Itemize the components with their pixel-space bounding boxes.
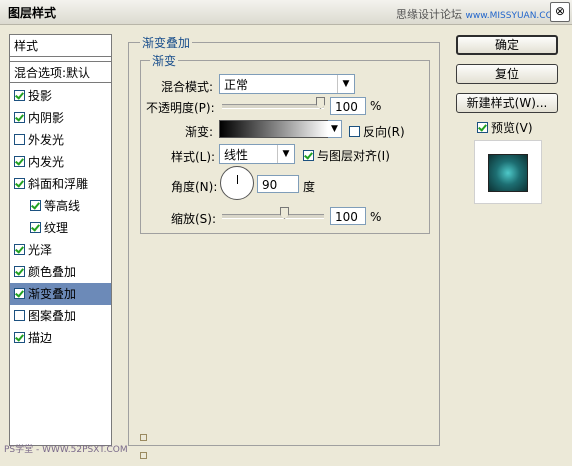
style-checkbox[interactable]: [30, 222, 41, 233]
scale-input[interactable]: 100: [330, 207, 366, 225]
style-list-item-label: 图案叠加: [28, 309, 77, 323]
style-checkbox[interactable]: [14, 178, 25, 189]
gradient-subgroup-title: 渐变: [150, 52, 179, 69]
reverse-checkbox[interactable]: 反向(R): [349, 123, 405, 140]
style-list-item[interactable]: 等高线: [10, 195, 111, 217]
style-checkbox[interactable]: [14, 134, 25, 145]
style-list-item[interactable]: 内发光: [10, 151, 111, 173]
style-list-item-label: 内发光: [28, 155, 65, 169]
reverse-label: 反向(R): [363, 125, 405, 139]
style-checkbox[interactable]: [14, 310, 25, 321]
style-checkbox[interactable]: [14, 266, 25, 277]
opacity-label: 不透明度(P):: [146, 101, 215, 115]
blend-mode-select[interactable]: 正常 ▼: [219, 74, 355, 94]
angle-dial[interactable]: [220, 166, 254, 200]
watermark-text: 思缘设计论坛: [396, 8, 462, 21]
opacity-unit: %: [370, 99, 382, 113]
angle-label: 角度(N):: [171, 180, 218, 194]
style-list-item[interactable]: 投影: [10, 85, 111, 107]
gradient-label: 渐变:: [185, 125, 214, 139]
style-list-item[interactable]: 颜色叠加: [10, 261, 111, 283]
style-list-item-label: 内阴影: [28, 111, 65, 125]
style-list-item[interactable]: 斜面和浮雕: [10, 173, 111, 195]
blend-mode-label: 混合模式:: [161, 80, 214, 94]
chevron-down-icon: ▼: [337, 75, 354, 93]
style-checkbox[interactable]: [14, 90, 25, 101]
angle-unit: 度: [303, 180, 316, 194]
style-label: 样式(L):: [171, 150, 216, 164]
angle-input[interactable]: 90: [257, 175, 299, 193]
watermark: 思缘设计论坛 www.MISSYUAN.COM: [396, 6, 560, 22]
preview-swatch: [488, 154, 528, 192]
reverse-checkbox-box[interactable]: [349, 126, 360, 137]
preview-thumbnail: [474, 140, 542, 204]
scale-slider-track[interactable]: [222, 214, 324, 219]
style-list-item-label: 投影: [28, 89, 53, 103]
scale-unit: %: [370, 210, 382, 224]
style-list-item-label: 纹理: [44, 221, 69, 235]
corner-mark: [140, 434, 147, 441]
preview-checkbox[interactable]: 预览(V): [477, 119, 533, 136]
style-list-header[interactable]: 样式: [10, 35, 111, 57]
gradient-overlay-title: 渐变叠加: [140, 34, 193, 51]
style-list-item[interactable]: 渐变叠加: [10, 283, 111, 305]
style-checkbox[interactable]: [14, 244, 25, 255]
window-title: 图层样式: [8, 6, 57, 20]
style-checkbox[interactable]: [14, 112, 25, 123]
gradient-dropdown[interactable]: ▼: [328, 120, 342, 138]
style-list-item[interactable]: 描边: [10, 327, 111, 349]
align-label: 与图层对齐(I): [317, 149, 390, 163]
preview-checkbox-box[interactable]: [477, 122, 488, 133]
new-style-button[interactable]: 新建样式(W)...: [456, 93, 558, 113]
opacity-input[interactable]: 100: [330, 97, 366, 115]
style-list-item-label: 外发光: [28, 133, 65, 147]
style-list-item-label: 斜面和浮雕: [28, 177, 89, 191]
style-list: 样式 混合选项:默认 投影内阴影外发光内发光斜面和浮雕等高线纹理光泽颜色叠加渐变…: [9, 34, 112, 446]
style-checkbox[interactable]: [14, 332, 25, 343]
style-list-item[interactable]: 纹理: [10, 217, 111, 239]
footer-watermark: PS学堂 - WWW.52PSXT.COM: [4, 445, 128, 455]
style-checkbox[interactable]: [30, 200, 41, 211]
blend-options-item[interactable]: 混合选项:默认: [10, 61, 111, 83]
style-checkbox[interactable]: [14, 288, 25, 299]
scale-label: 缩放(S):: [171, 212, 217, 226]
chevron-down-icon: ▼: [328, 121, 341, 137]
reset-button[interactable]: 复位: [456, 64, 558, 84]
style-checkbox[interactable]: [14, 156, 25, 167]
style-list-item[interactable]: 内阴影: [10, 107, 111, 129]
align-checkbox-box[interactable]: [303, 150, 314, 161]
align-checkbox[interactable]: 与图层对齐(I): [303, 147, 390, 164]
style-list-item-label: 颜色叠加: [28, 265, 77, 279]
opacity-slider-track[interactable]: [222, 104, 324, 109]
preview-label: 预览(V): [491, 121, 533, 135]
style-list-item-label: 渐变叠加: [28, 287, 77, 301]
style-list-item[interactable]: 外发光: [10, 129, 111, 151]
gradient-style-value: 线性: [224, 148, 249, 162]
style-list-item-label: 描边: [28, 331, 53, 345]
gradient-picker[interactable]: [219, 120, 329, 138]
style-list-item[interactable]: 图案叠加: [10, 305, 111, 327]
watermark-url: www.MISSYUAN.COM: [465, 11, 561, 21]
ok-button[interactable]: 确定: [456, 35, 558, 55]
style-list-item[interactable]: 光泽: [10, 239, 111, 261]
corner-mark: [140, 452, 147, 459]
blend-mode-value: 正常: [224, 78, 249, 92]
style-list-item-label: 光泽: [28, 243, 53, 257]
close-button[interactable]: ⊗: [550, 2, 570, 22]
gradient-style-select[interactable]: 线性 ▼: [219, 144, 295, 164]
chevron-down-icon: ▼: [277, 145, 294, 163]
style-list-item-label: 等高线: [44, 199, 81, 213]
